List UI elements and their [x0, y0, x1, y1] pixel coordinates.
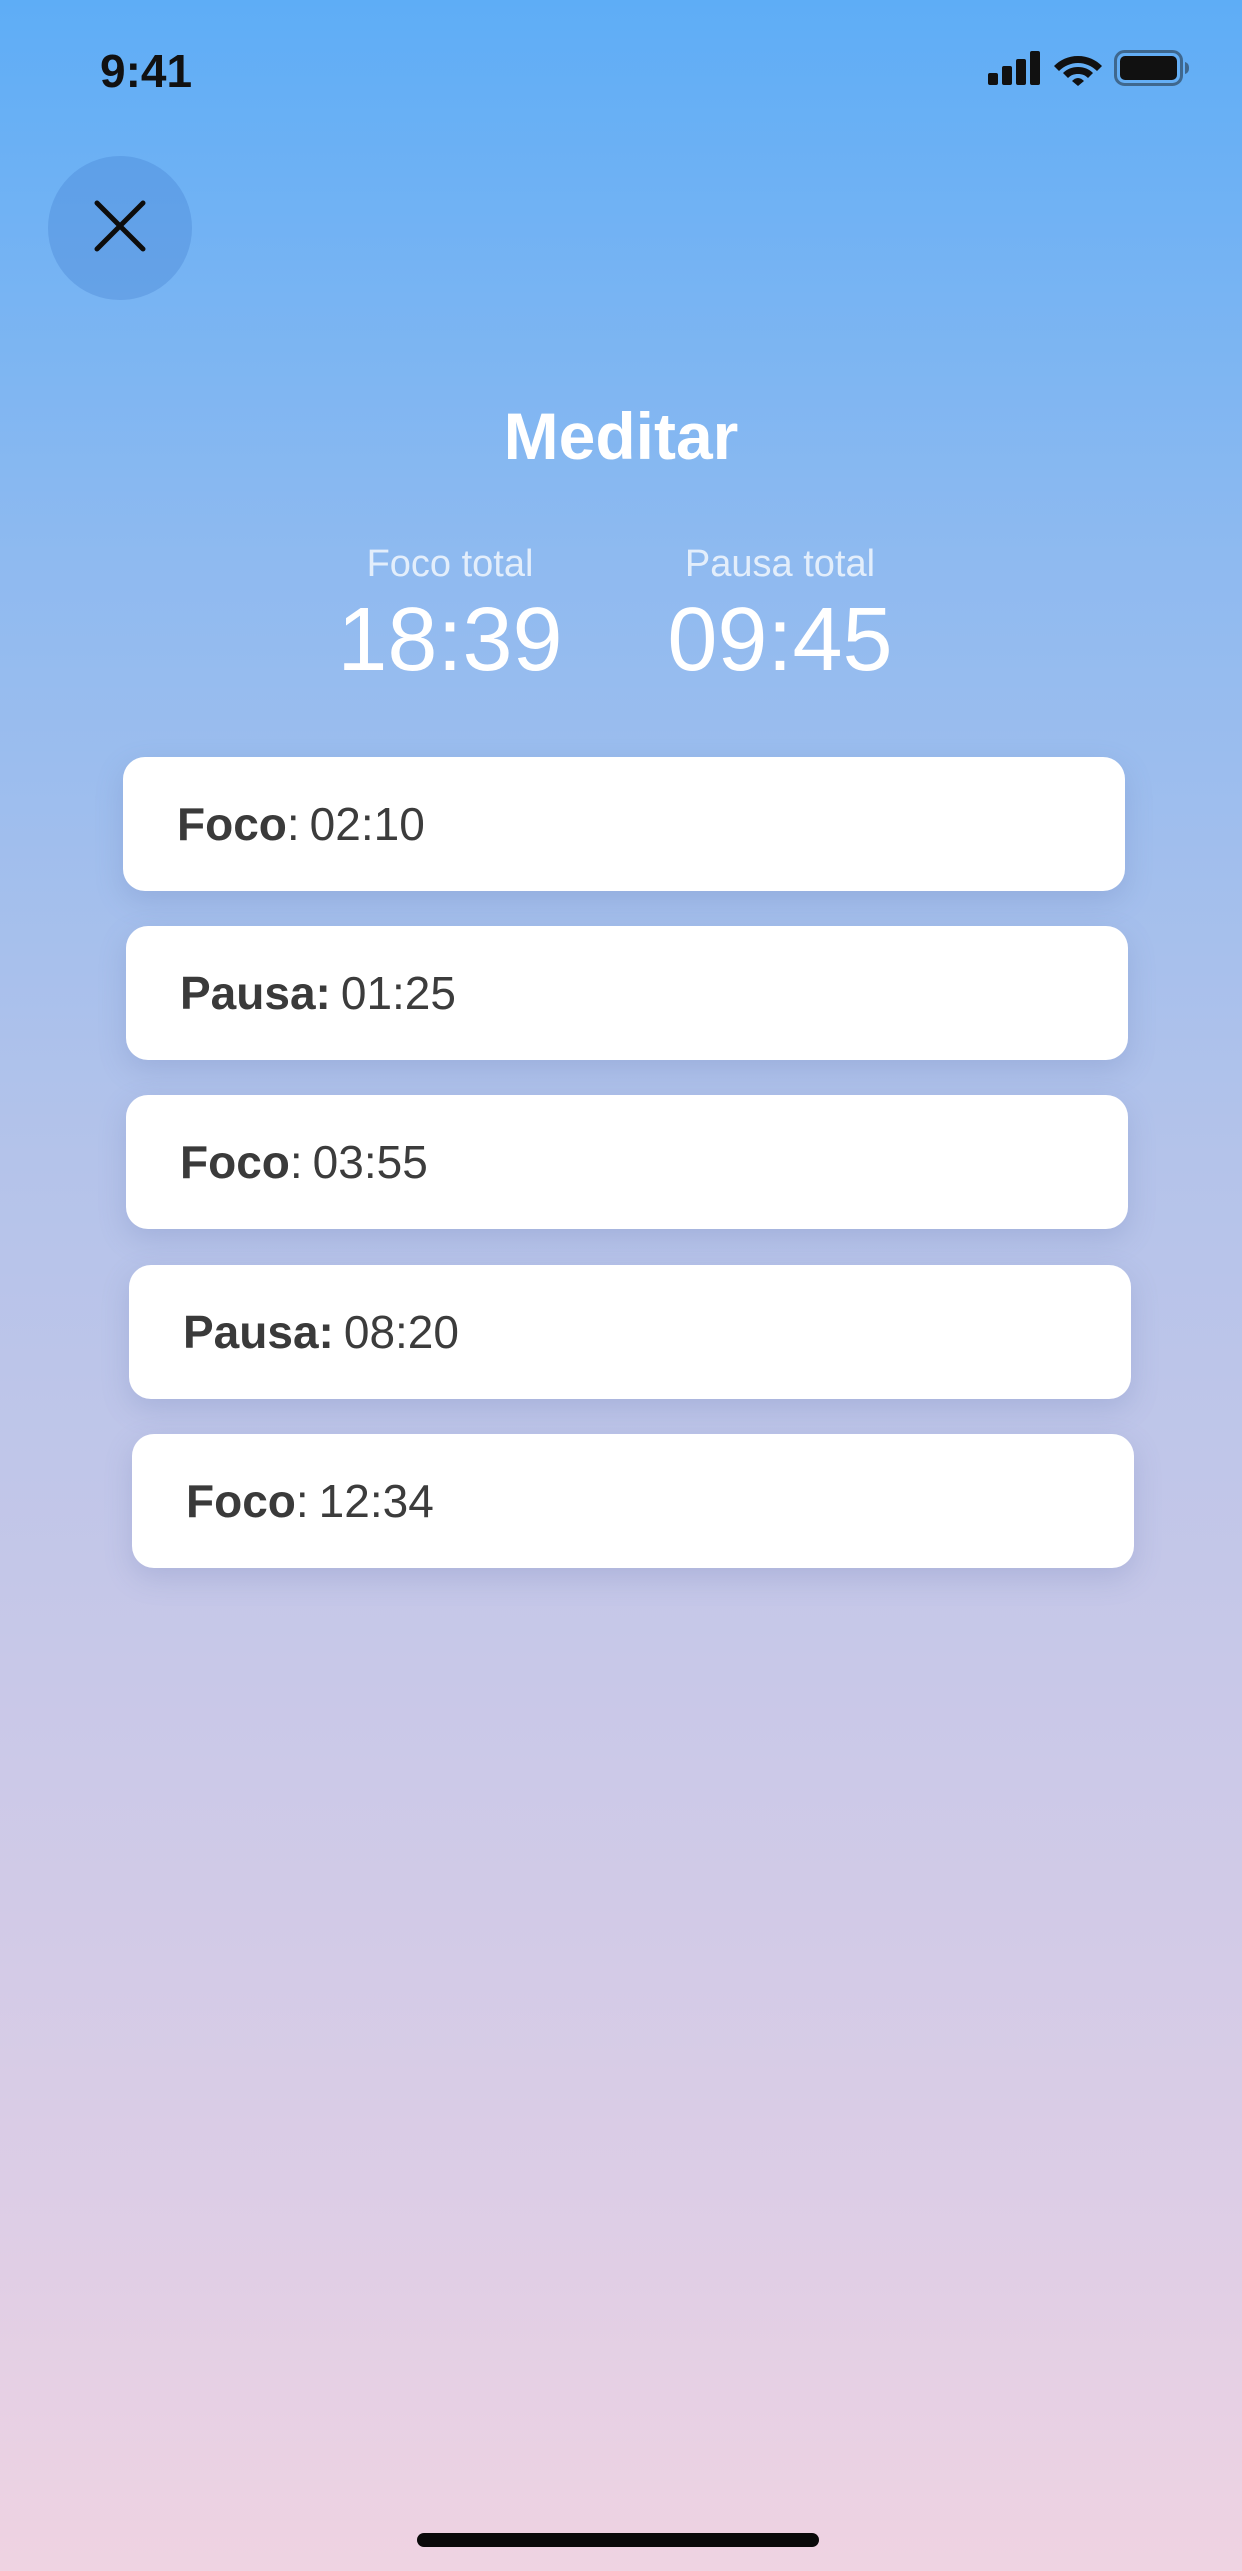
pause-total-value: 09:45 — [667, 590, 893, 690]
session-list: Foco:02:10 Pausa: 01:25 Foco:03:55 Pausa:… — [0, 0, 1242, 2571]
session-separator: : — [289, 1136, 303, 1188]
wifi-icon — [1054, 50, 1102, 86]
status-time: 9:41 — [100, 45, 193, 97]
pause-total: Pausa total 09:45 — [660, 540, 900, 692]
session-separator: : — [295, 1475, 309, 1527]
focus-total-value: 18:39 — [337, 590, 563, 690]
session-type: Pausa: — [183, 1306, 334, 1358]
session-separator: : — [286, 798, 300, 850]
session-type: Pausa: — [180, 967, 331, 1019]
session-card[interactable]: Foco:02:10 — [123, 757, 1125, 891]
session-time: 08:20 — [343, 1306, 459, 1358]
session-time: 12:34 — [318, 1475, 434, 1527]
focus-total-label: Foco total — [366, 543, 534, 585]
session-type: Foco — [186, 1475, 296, 1527]
focus-total: Foco total 18:39 — [330, 540, 570, 692]
session-time: 03:55 — [312, 1136, 428, 1188]
session-time: 02:10 — [309, 798, 425, 850]
session-card[interactable]: Pausa: 01:25 — [126, 926, 1128, 1060]
page-title: Meditar — [503, 399, 739, 473]
home-indicator[interactable] — [417, 2533, 819, 2547]
session-time: 01:25 — [340, 967, 456, 1019]
close-button[interactable] — [48, 156, 192, 300]
close-icon — [93, 199, 147, 258]
session-card[interactable]: Foco:03:55 — [126, 1095, 1128, 1229]
session-card[interactable]: Foco:12:34 — [132, 1434, 1134, 1568]
session-card[interactable]: Pausa: 08:20 — [129, 1265, 1131, 1399]
session-type: Foco — [177, 798, 287, 850]
session-type: Foco — [180, 1136, 290, 1188]
status-icons — [988, 50, 1190, 86]
signal-icon — [988, 51, 1042, 85]
battery-icon — [1114, 50, 1190, 86]
pause-total-label: Pausa total — [684, 543, 876, 585]
